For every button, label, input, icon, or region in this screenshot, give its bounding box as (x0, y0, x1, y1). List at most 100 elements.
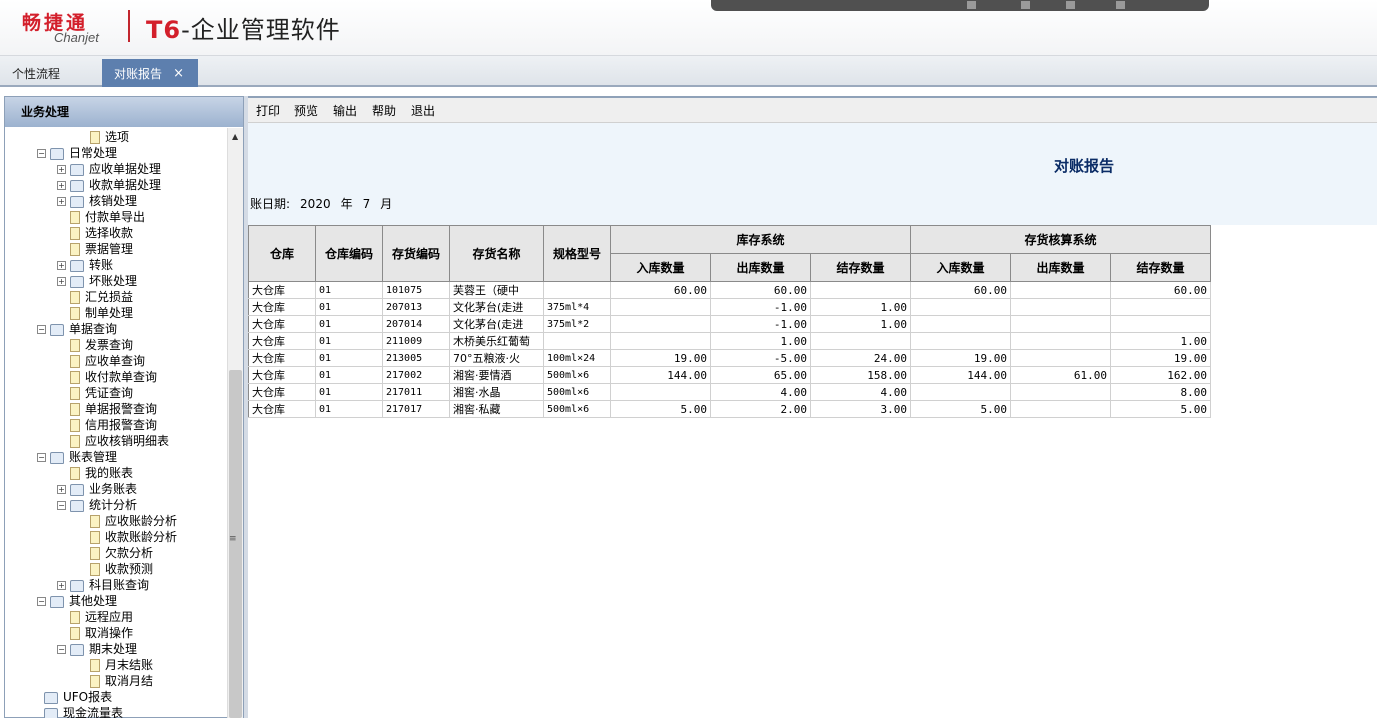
table-row[interactable]: 大仓库 01 207013 文化茅台(走进 375ml*4 -1.00 1.00 (248, 298, 1211, 316)
cell-inv-balance-qty[interactable]: 4.00 (810, 383, 911, 401)
cell-warehouse[interactable]: 大仓库 (248, 281, 316, 299)
cell-item-code[interactable]: 207014 (382, 315, 450, 333)
cell-item-name[interactable]: 湘窖·要情酒 (449, 366, 544, 384)
col-inv-balance-qty[interactable]: 结存数量 (810, 253, 911, 282)
cell-item-code[interactable]: 217011 (382, 383, 450, 401)
sidebar-scrollbar[interactable]: ▲ (227, 128, 243, 718)
cell-warehouse-code[interactable]: 01 (315, 281, 383, 299)
cell-acc-in-qty[interactable] (910, 383, 1011, 401)
close-icon[interactable]: × (173, 59, 184, 89)
col-item-code[interactable]: 存货编码 (382, 225, 450, 282)
cell-acc-in-qty[interactable] (910, 332, 1011, 350)
tree-item[interactable]: + 科目账查询 (57, 577, 149, 593)
cell-spec[interactable]: 500ml×6 (543, 366, 611, 384)
cell-inv-in-qty[interactable]: 144.00 (610, 366, 711, 384)
collapse-icon[interactable]: − (37, 597, 46, 606)
expand-icon[interactable]: + (57, 181, 66, 190)
col-spec[interactable]: 规格型号 (543, 225, 611, 282)
cell-item-name[interactable]: 70°五粮液·火 (449, 349, 544, 367)
col-acc-out-qty[interactable]: 出库数量 (1010, 253, 1111, 282)
cell-inv-balance-qty[interactable]: 158.00 (810, 366, 911, 384)
cell-acc-in-qty[interactable] (910, 298, 1011, 316)
tree-item[interactable]: + 坏账处理 (57, 273, 137, 289)
cell-item-code[interactable]: 213005 (382, 349, 450, 367)
cell-inv-out-qty[interactable]: 2.00 (710, 400, 811, 418)
col-acc-balance-qty[interactable]: 结存数量 (1110, 253, 1211, 282)
cell-spec[interactable]: 375ml*4 (543, 298, 611, 316)
cell-warehouse[interactable]: 大仓库 (248, 400, 316, 418)
tree-item[interactable]: − 账表管理 (37, 449, 117, 465)
exit-button[interactable]: 退出 (411, 102, 435, 119)
help-button[interactable]: 帮助 (372, 102, 396, 119)
cell-inv-balance-qty[interactable]: 1.00 (810, 315, 911, 333)
tree-item[interactable]: 单据报警查询 (70, 401, 157, 417)
tree-item[interactable]: 收款预测 (90, 561, 153, 577)
tree-item[interactable]: 凭证查询 (70, 385, 133, 401)
cell-item-name[interactable]: 湘窖·私藏 (449, 400, 544, 418)
remote-toolbar[interactable] (711, 0, 1209, 11)
cell-inv-in-qty[interactable]: 60.00 (610, 281, 711, 299)
cell-warehouse[interactable]: 大仓库 (248, 383, 316, 401)
tree-item[interactable]: 付款单导出 (70, 209, 145, 225)
cell-warehouse-code[interactable]: 01 (315, 298, 383, 316)
col-warehouse-code[interactable]: 仓库编码 (315, 225, 383, 282)
cell-inv-balance-qty[interactable]: 3.00 (810, 400, 911, 418)
cell-inv-balance-qty[interactable] (810, 281, 911, 299)
cell-warehouse-code[interactable]: 01 (315, 315, 383, 333)
cell-inv-in-qty[interactable] (610, 383, 711, 401)
cell-acc-in-qty[interactable]: 60.00 (910, 281, 1011, 299)
cell-acc-balance-qty[interactable]: 5.00 (1110, 400, 1211, 418)
cell-inv-out-qty[interactable]: 60.00 (710, 281, 811, 299)
tree-item[interactable]: 月末结账 (90, 657, 153, 673)
cell-item-name[interactable]: 木桥美乐红葡萄 (449, 332, 544, 350)
tree-item[interactable]: 我的账表 (70, 465, 133, 481)
tree-item[interactable]: 远程应用 (70, 609, 133, 625)
cell-inv-in-qty[interactable] (610, 298, 711, 316)
tree-item[interactable]: 收款账龄分析 (90, 529, 177, 545)
cell-acc-out-qty[interactable]: 61.00 (1010, 366, 1111, 384)
cell-warehouse-code[interactable]: 01 (315, 400, 383, 418)
cell-acc-in-qty[interactable] (910, 315, 1011, 333)
cell-warehouse[interactable]: 大仓库 (248, 366, 316, 384)
tree-item[interactable]: − 期末处理 (57, 641, 137, 657)
table-row[interactable]: 大仓库 01 101075 芙蓉王（硬中 60.00 60.00 60.00 60.00 (248, 281, 1211, 299)
tree-item[interactable]: − 日常处理 (37, 145, 117, 161)
expand-icon[interactable]: + (57, 581, 66, 590)
expand-icon[interactable]: + (57, 197, 66, 206)
cell-inv-out-qty[interactable]: 1.00 (710, 332, 811, 350)
cell-acc-in-qty[interactable]: 144.00 (910, 366, 1011, 384)
tree-item[interactable]: 发票查询 (70, 337, 133, 353)
cell-item-code[interactable]: 101075 (382, 281, 450, 299)
cell-spec[interactable] (543, 332, 611, 350)
table-row[interactable]: 大仓库 01 207014 文化茅台(走进 375ml*2 -1.00 1.00 (248, 315, 1211, 333)
cell-spec[interactable]: 500ml×6 (543, 383, 611, 401)
cell-inv-out-qty[interactable]: -5.00 (710, 349, 811, 367)
tree-item[interactable]: UFO报表 (44, 689, 112, 705)
col-warehouse[interactable]: 仓库 (248, 225, 316, 282)
table-row[interactable]: 大仓库 01 217002 湘窖·要情酒 500ml×6 144.00 65.00 158.0… (248, 366, 1211, 384)
cell-item-name[interactable]: 文化茅台(走进 (449, 315, 544, 333)
tree-item[interactable]: − 统计分析 (57, 497, 137, 513)
tree-item[interactable]: 选项 (90, 129, 129, 145)
tree-item[interactable]: 汇兑损益 (70, 289, 133, 305)
cell-item-code[interactable]: 211009 (382, 332, 450, 350)
tab-reconciliation-report[interactable]: 对账报告 × (102, 59, 198, 87)
cell-acc-out-qty[interactable] (1010, 332, 1111, 350)
cell-warehouse[interactable]: 大仓库 (248, 332, 316, 350)
cell-inv-out-qty[interactable]: -1.00 (710, 298, 811, 316)
tree-item[interactable]: 应收单查询 (70, 353, 145, 369)
tree-item[interactable]: + 核销处理 (57, 193, 137, 209)
cell-acc-out-qty[interactable] (1010, 400, 1111, 418)
cell-spec[interactable]: 100ml×24 (543, 349, 611, 367)
cell-acc-out-qty[interactable] (1010, 298, 1111, 316)
tree-item[interactable]: 制单处理 (70, 305, 133, 321)
cell-inv-in-qty[interactable]: 19.00 (610, 349, 711, 367)
cell-inv-out-qty[interactable]: -1.00 (710, 315, 811, 333)
toolbar-icon[interactable] (1116, 1, 1125, 9)
toolbar-icon[interactable] (967, 1, 976, 9)
tree-item[interactable]: − 单据查询 (37, 321, 117, 337)
table-row[interactable]: 大仓库 01 211009 木桥美乐红葡萄 1.00 1.00 (248, 332, 1211, 350)
tree-item[interactable]: 信用报警查询 (70, 417, 157, 433)
cell-acc-out-qty[interactable] (1010, 383, 1111, 401)
cell-acc-out-qty[interactable] (1010, 315, 1111, 333)
